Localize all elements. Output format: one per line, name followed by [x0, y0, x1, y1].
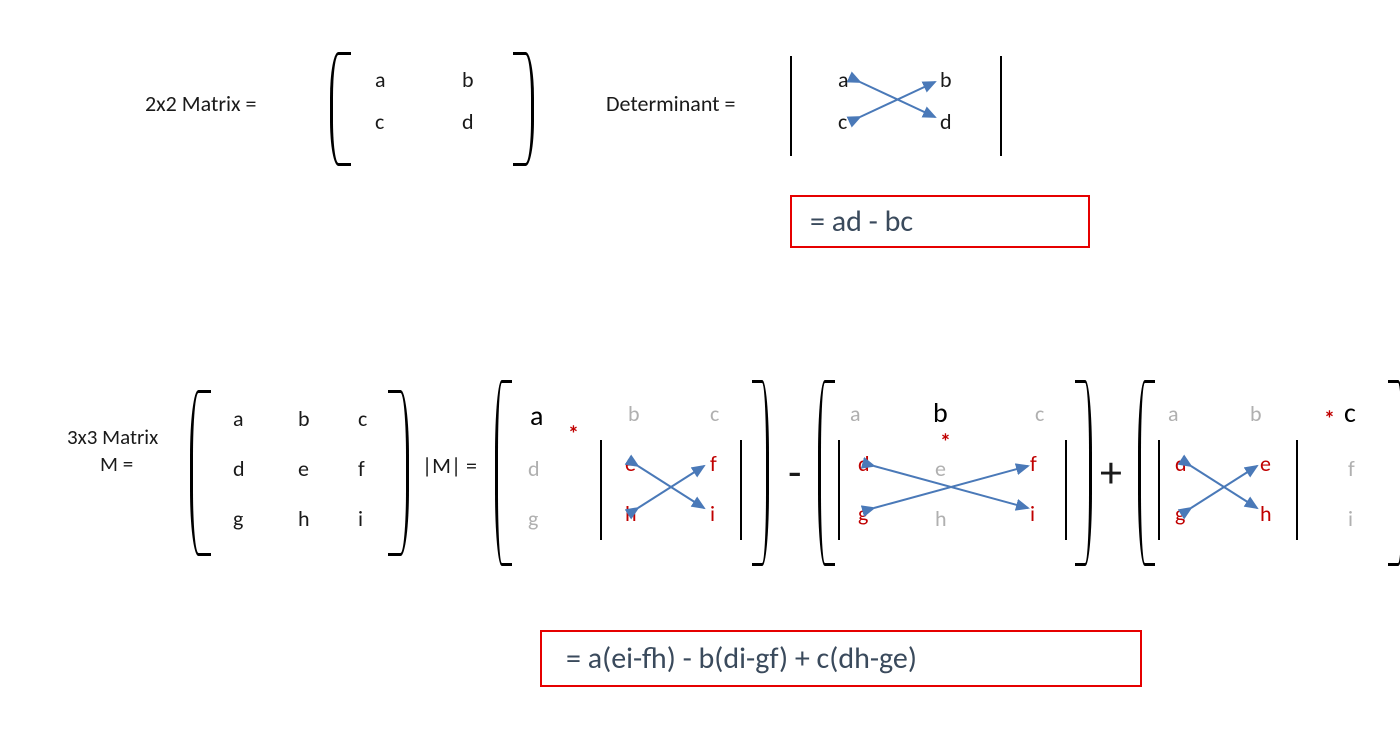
paren-3x3-left [190, 390, 211, 556]
det-b: b [940, 66, 952, 93]
paren-2x2-right [513, 52, 534, 166]
cross-arrows-2x2 [850, 72, 950, 127]
cofA-c: c [710, 400, 719, 427]
det-c: c [838, 108, 847, 135]
cofC-paren-r [1388, 380, 1400, 566]
cofC-ee: e [1260, 450, 1271, 477]
cofB-bar-l [838, 440, 840, 540]
cofC-hh: h [1260, 500, 1272, 527]
cofA-e: e [625, 450, 636, 477]
label-3x3-matrix-a: 3x3 Matrix [67, 425, 158, 450]
cofA-paren-r [752, 380, 769, 566]
cofC-i: i [1348, 505, 1353, 532]
cofA-b: b [628, 400, 640, 427]
cofC-bar-l [1158, 440, 1160, 540]
m2-d: d [462, 108, 474, 135]
cofB-g: g [858, 500, 868, 527]
cofA-h: h [625, 500, 637, 527]
op-minus: - [788, 445, 801, 499]
det-d: d [940, 108, 952, 135]
cofA-a: a [530, 398, 543, 433]
m3-a: a [233, 405, 244, 432]
m3-f: f [358, 455, 365, 482]
label-determinant: Determinant = [606, 90, 736, 117]
cofC-star: * [1324, 405, 1335, 432]
cofC-d: d [1175, 450, 1187, 477]
result-2x2: = ad - bc [790, 195, 1090, 248]
cofA-star: * [568, 420, 579, 447]
cofA-arrows [632, 458, 722, 518]
m3-h: h [298, 505, 310, 532]
cofB-paren-l [818, 380, 835, 566]
cofC-bar-r [1296, 440, 1298, 540]
cofB-i: i [1030, 500, 1035, 527]
cofA-g: g [528, 505, 538, 532]
cofC-a: a [1168, 400, 1179, 427]
cofA-i: i [710, 500, 715, 527]
label-2x2-matrix: 2x2 Matrix = [145, 90, 257, 117]
m2-a: a [375, 66, 386, 93]
cofB-e: e [935, 455, 946, 482]
cofB-h: h [935, 505, 947, 532]
m3-c: c [358, 405, 367, 432]
label-3x3-matrix-b: M = [100, 452, 133, 477]
m3-i: i [358, 505, 363, 532]
m2-b: b [462, 66, 474, 93]
m3-d: d [233, 455, 245, 482]
cofC-paren-l [1138, 380, 1155, 566]
m2-c: c [375, 108, 384, 135]
cofC-f: f [1348, 455, 1355, 482]
cofA-paren-l [495, 380, 512, 566]
result-3x3: = a(ei-fh) - b(di-gf) + c(dh-ge) [540, 630, 1142, 687]
detbar-right [1000, 56, 1002, 156]
cofB-arrows [868, 458, 1043, 518]
cofC-b: b [1250, 400, 1262, 427]
paren-2x2-left [330, 52, 351, 166]
cofA-bar-r [740, 440, 742, 540]
cofA-bar-l [600, 440, 602, 540]
cofB-bar-r [1065, 440, 1067, 540]
cofB-star: * [940, 428, 951, 455]
cofB-a: a [850, 400, 861, 427]
cofA-d: d [528, 455, 540, 482]
cofB-f: f [1030, 450, 1037, 477]
cofA-f: f [710, 450, 717, 477]
cofB-d: d [858, 450, 870, 477]
paren-3x3-right [388, 390, 409, 556]
detbar-left [790, 56, 792, 156]
cofB-paren-r [1075, 380, 1092, 566]
label-mdet: |M| = [422, 452, 477, 479]
cofC-c: c [1344, 395, 1356, 430]
cofB-b: b [933, 395, 948, 430]
cofC-gg: g [1175, 500, 1185, 527]
m3-e: e [298, 455, 309, 482]
m3-b: b [298, 405, 310, 432]
det-a: a [838, 66, 849, 93]
cofB-c: c [1035, 400, 1044, 427]
op-plus: + [1100, 445, 1122, 499]
m3-g: g [233, 505, 243, 532]
